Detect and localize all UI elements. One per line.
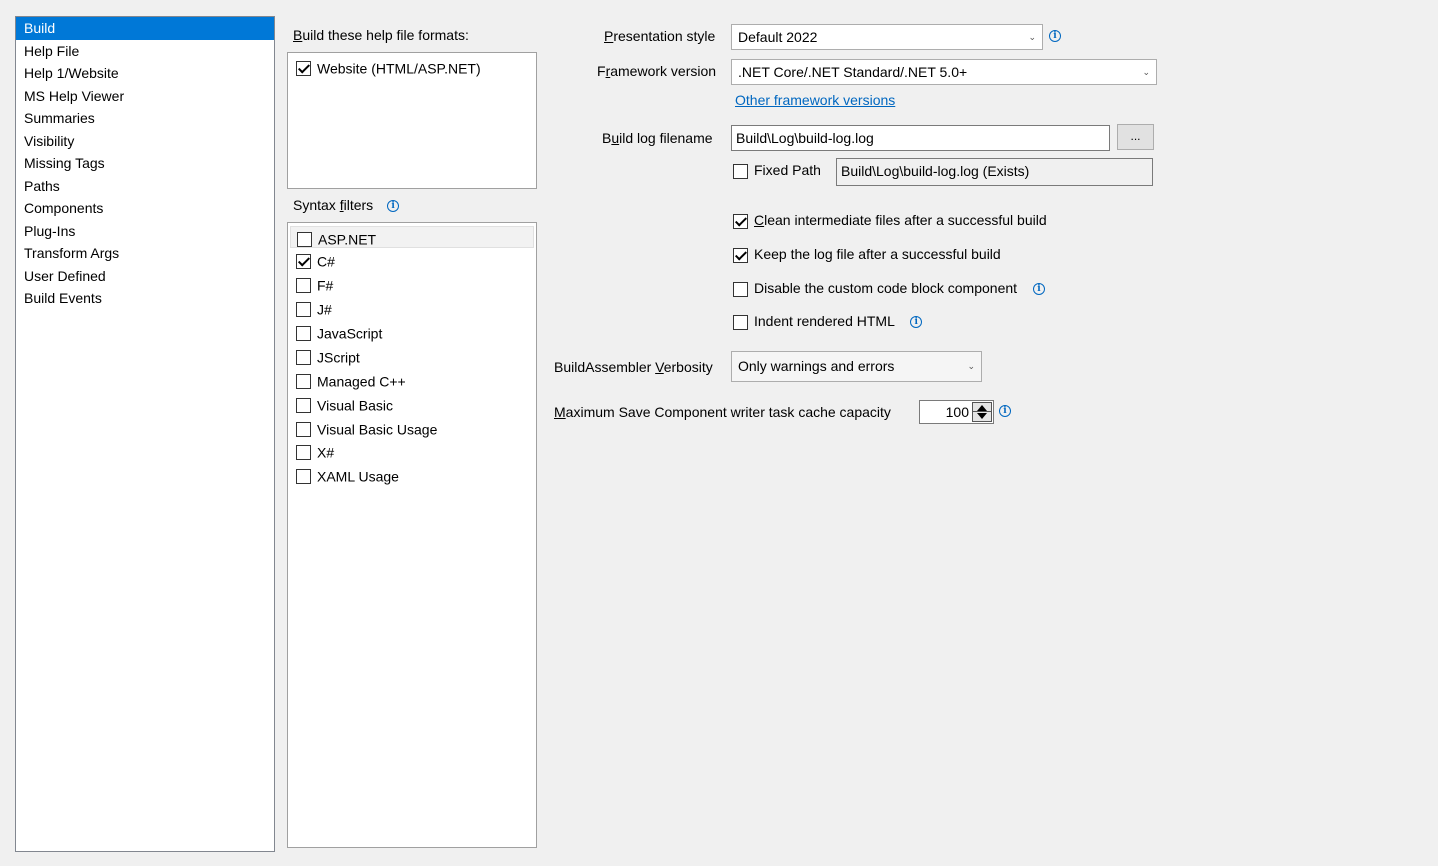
spinner-buttons[interactable] — [972, 402, 992, 422]
build-log-filename-input[interactable]: Build\Log\build-log.log — [731, 125, 1110, 151]
fixed-path-checkbox[interactable] — [733, 163, 748, 179]
info-icon[interactable]: i — [1049, 30, 1061, 42]
syntax-item-managed-cpp[interactable]: Managed C++ — [296, 369, 406, 391]
presentation-style-dropdown[interactable]: Default 2022 ⌄ — [731, 24, 1043, 50]
nav-item-paths[interactable]: Paths — [16, 175, 274, 198]
formats-checklist[interactable]: Website (HTML/ASP.NET) — [287, 52, 537, 189]
nav-item-ms-help-viewer[interactable]: MS Help Viewer — [16, 85, 274, 108]
syntax-item-jscript[interactable]: JScript — [296, 345, 360, 367]
checkbox[interactable] — [296, 421, 311, 437]
cache-capacity-spinner[interactable]: 100 — [919, 400, 994, 424]
checkbox[interactable] — [296, 349, 311, 365]
chevron-down-icon: ⌄ — [967, 361, 975, 371]
nav-item-user-defined[interactable]: User Defined — [16, 265, 274, 288]
presentation-style-label: Presentation style — [604, 28, 716, 44]
browse-button[interactable]: ... — [1117, 124, 1154, 150]
syntax-item-aspnet[interactable]: ASP.NET — [290, 226, 534, 248]
verbosity-label: BuildAssembler Verbosity — [554, 359, 713, 375]
syntax-item-fsharp[interactable]: F# — [296, 273, 333, 295]
cache-capacity-label: Maximum Save Component writer task cache… — [554, 404, 891, 420]
info-icon[interactable]: i — [999, 405, 1011, 417]
nav-item-build-events[interactable]: Build Events — [16, 287, 274, 310]
clean-intermediate-checkbox-row[interactable]: Clean intermediate files after a success… — [733, 210, 1047, 230]
resolved-log-path: Build\Log\build-log.log (Exists) — [836, 158, 1153, 186]
syntax-item-jsharp[interactable]: J# — [296, 297, 332, 319]
checkbox[interactable] — [296, 397, 311, 413]
checkbox[interactable] — [296, 325, 311, 341]
nav-item-visibility[interactable]: Visibility — [16, 130, 274, 153]
property-page-list[interactable]: Build Help File Help 1/Website MS Help V… — [15, 16, 275, 852]
build-log-filename-label: Build log filename — [602, 130, 713, 146]
disable-code-block-checkbox[interactable] — [733, 281, 748, 297]
chevron-down-icon: ⌄ — [1028, 32, 1036, 42]
verbosity-dropdown[interactable]: Only warnings and errors ⌄ — [731, 351, 982, 382]
syntax-filters-checklist[interactable]: ASP.NET C# F# J# JavaScript JScript Mana… — [287, 222, 537, 848]
clean-intermediate-checkbox[interactable] — [733, 213, 748, 229]
info-icon[interactable]: i — [910, 316, 923, 329]
syntax-item-javascript[interactable]: JavaScript — [296, 321, 382, 343]
indent-html-checkbox-row[interactable]: Indent rendered HTML i — [733, 311, 923, 331]
nav-item-missing-tags[interactable]: Missing Tags — [16, 152, 274, 175]
syntax-item-csharp[interactable]: C# — [296, 249, 335, 271]
nav-item-plug-ins[interactable]: Plug-Ins — [16, 220, 274, 243]
nav-item-help1-website[interactable]: Help 1/Website — [16, 62, 274, 85]
syntax-item-xsharp[interactable]: X# — [296, 440, 334, 462]
syntax-item-visual-basic[interactable]: Visual Basic — [296, 393, 393, 415]
format-item-website[interactable]: Website (HTML/ASP.NET) — [296, 56, 481, 78]
checkbox[interactable] — [296, 373, 311, 389]
keep-log-checkbox[interactable] — [733, 247, 748, 263]
framework-version-dropdown[interactable]: .NET Core/.NET Standard/.NET 5.0+ ⌄ — [731, 59, 1157, 85]
disable-code-block-checkbox-row[interactable]: Disable the custom code block component … — [733, 278, 1045, 298]
fixed-path-checkbox-row[interactable]: Fixed Path — [733, 160, 821, 180]
indent-html-checkbox[interactable] — [733, 314, 748, 330]
spin-down-icon[interactable] — [977, 413, 987, 419]
formats-label: Build these help file formats: — [293, 27, 469, 43]
checkbox[interactable] — [296, 277, 311, 293]
nav-item-build[interactable]: Build — [16, 17, 274, 40]
info-icon[interactable]: i — [1032, 283, 1045, 296]
syntax-item-xaml-usage[interactable]: XAML Usage — [296, 464, 399, 486]
nav-item-summaries[interactable]: Summaries — [16, 107, 274, 130]
info-icon[interactable]: i — [387, 200, 400, 213]
other-framework-versions-link[interactable]: Other framework versions — [735, 92, 895, 108]
nav-item-help-file[interactable]: Help File — [16, 40, 274, 63]
keep-log-checkbox-row[interactable]: Keep the log file after a successful bui… — [733, 244, 1001, 264]
checkbox-website[interactable] — [296, 60, 311, 76]
chevron-down-icon: ⌄ — [1142, 67, 1150, 77]
nav-item-transform-args[interactable]: Transform Args — [16, 242, 274, 265]
checkbox[interactable] — [296, 468, 311, 484]
syntax-filters-label: Syntax filters i — [293, 197, 400, 213]
checkbox[interactable] — [296, 301, 311, 317]
checkbox[interactable] — [296, 253, 311, 269]
checkbox[interactable] — [296, 444, 311, 460]
syntax-item-vb-usage[interactable]: Visual Basic Usage — [296, 417, 437, 439]
nav-item-components[interactable]: Components — [16, 197, 274, 220]
checkbox[interactable] — [297, 231, 312, 247]
framework-version-label: Framework version — [597, 63, 717, 79]
